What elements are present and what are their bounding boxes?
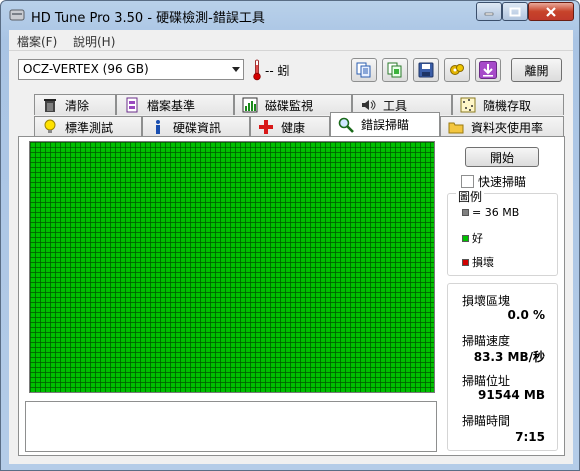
menu-file[interactable]: 檔案(F) — [17, 33, 57, 50]
tab-erase-label: 清除 — [65, 98, 90, 113]
minimize-button[interactable] — [476, 2, 502, 21]
legend-label-block-size: = 36 MB — [472, 206, 520, 219]
maximize-icon — [509, 7, 521, 16]
legend-label-good: 好 — [472, 232, 483, 245]
hdtune-app-icon — [9, 7, 25, 23]
speaker-icon — [359, 97, 377, 113]
legend-item-good: 好 — [462, 230, 483, 246]
trash-icon — [41, 97, 59, 113]
scan-speed-label: 掃瞄速度 — [462, 334, 511, 348]
copy-text-icon — [356, 62, 371, 78]
quick-scan-label: 快速掃瞄 — [478, 175, 527, 189]
tab-file-benchmark-label: 檔案基準 — [147, 98, 196, 113]
damaged-blocks-label: 損壞區塊 — [462, 294, 511, 308]
legend-title: 圖例 — [456, 188, 485, 205]
download-button[interactable] — [475, 58, 501, 82]
tab-benchmark-label: 標準測試 — [65, 120, 114, 135]
start-button[interactable]: 開始 — [465, 147, 539, 167]
scan-speed-value: 83.3 MB/秒 — [473, 350, 545, 364]
copy-text-button[interactable] — [351, 58, 377, 82]
temperature-readout: -- 蚓 — [265, 64, 290, 78]
disk-monitor-icon — [241, 97, 259, 113]
legend-swatch-good — [462, 234, 469, 242]
legend-item-damaged: 損壞 — [462, 254, 494, 270]
tab-benchmark[interactable]: 標準測試 — [34, 116, 142, 137]
health-cross-icon — [257, 119, 275, 135]
tab-random-access-label: 隨機存取 — [483, 98, 532, 113]
tab-error-scan[interactable]: 錯誤掃瞄 — [330, 112, 440, 136]
tab-folder-usage[interactable]: 資料夾使用率 — [440, 116, 564, 137]
minimize-icon — [484, 12, 494, 15]
maximize-button[interactable] — [502, 2, 528, 21]
drive-select[interactable]: OCZ-VERTEX (96 GB) — [18, 59, 244, 80]
tab-file-benchmark[interactable]: 檔案基準 — [116, 94, 234, 115]
tab-health-label: 健康 — [281, 120, 306, 135]
error-scan-panel: 開始 快速掃瞄 = 36 MB 好 損壞 圖例 損壞區塊 0.0 % 掃瞄速度 … — [18, 136, 565, 456]
tab-tools-label: 工具 — [383, 98, 408, 113]
close-button[interactable] — [528, 2, 574, 21]
legend-box: = 36 MB 好 損壞 — [447, 193, 558, 276]
copy-screenshot-button[interactable] — [382, 58, 408, 82]
window-title: HD Tune Pro 3.50 - 硬碟檢測-錯誤工具 — [31, 11, 265, 26]
legend-swatch-gray — [462, 209, 469, 216]
toolbar: OCZ-VERTEX (96 GB) -- 蚓 離開 — [9, 52, 573, 88]
options-button[interactable] — [444, 58, 470, 82]
scan-log — [25, 401, 437, 452]
stats-box: 損壞區塊 0.0 % 掃瞄速度 83.3 MB/秒 掃瞄位址 91544 MB … — [447, 283, 558, 451]
thermometer-icon — [252, 59, 262, 81]
options-icon — [450, 64, 464, 75]
menu-bar: 檔案(F) 說明(H) — [9, 30, 573, 50]
close-icon — [546, 6, 556, 17]
legend-label-damaged: 損壞 — [472, 256, 494, 269]
tab-folder-usage-label: 資料夾使用率 — [471, 120, 544, 135]
drive-select-value: OCZ-VERTEX (96 GB) — [23, 62, 149, 76]
menu-help[interactable]: 說明(H) — [73, 33, 115, 50]
info-icon — [149, 119, 167, 135]
tab-disk-monitor-label: 磁碟監視 — [265, 98, 314, 113]
exit-button[interactable]: 離開 — [511, 58, 562, 82]
tab-bar: 清除 檔案基準 磁碟監視 工具 隨機存取 標準測試 硬碟資訊 健康 錯誤掃瞄 資… — [9, 93, 573, 137]
download-icon — [479, 61, 497, 79]
folder-icon — [447, 119, 465, 135]
client-area: 檔案(F) 說明(H) OCZ-VERTEX (96 GB) -- 蚓 離開 清… — [9, 30, 573, 464]
legend-swatch-damaged — [462, 258, 469, 266]
lightbulb-icon — [41, 119, 59, 135]
damaged-blocks-value: 0.0 % — [507, 308, 545, 322]
legend-item-block-size: = 36 MB — [462, 206, 519, 219]
tab-drive-info[interactable]: 硬碟資訊 — [142, 116, 250, 137]
quick-scan-checkbox[interactable] — [461, 175, 474, 188]
menu-separator — [9, 50, 573, 51]
copy-screenshot-icon — [387, 62, 402, 78]
scan-position-label: 掃瞄位址 — [462, 374, 511, 388]
save-button[interactable] — [413, 58, 439, 82]
tab-error-scan-label: 錯誤掃瞄 — [361, 118, 410, 132]
tab-random-access[interactable]: 隨機存取 — [452, 94, 564, 115]
file-benchmark-icon — [123, 97, 141, 113]
scan-time-label: 掃瞄時間 — [462, 414, 511, 428]
app-window: HD Tune Pro 3.50 - 硬碟檢測-錯誤工具 檔案(F) 說明(H)… — [0, 0, 580, 471]
tab-erase[interactable]: 清除 — [34, 94, 116, 115]
title-bar[interactable]: HD Tune Pro 3.50 - 硬碟檢測-錯誤工具 — [1, 1, 579, 29]
magnifier-icon — [337, 117, 355, 133]
save-icon — [418, 62, 434, 78]
scan-time-value: 7:15 — [515, 430, 545, 444]
chevron-down-icon — [232, 67, 240, 72]
random-access-icon — [459, 97, 477, 113]
block-map — [29, 141, 435, 393]
tab-drive-info-label: 硬碟資訊 — [173, 120, 222, 135]
tab-health[interactable]: 健康 — [250, 116, 330, 137]
scan-position-value: 91544 MB — [477, 388, 545, 402]
